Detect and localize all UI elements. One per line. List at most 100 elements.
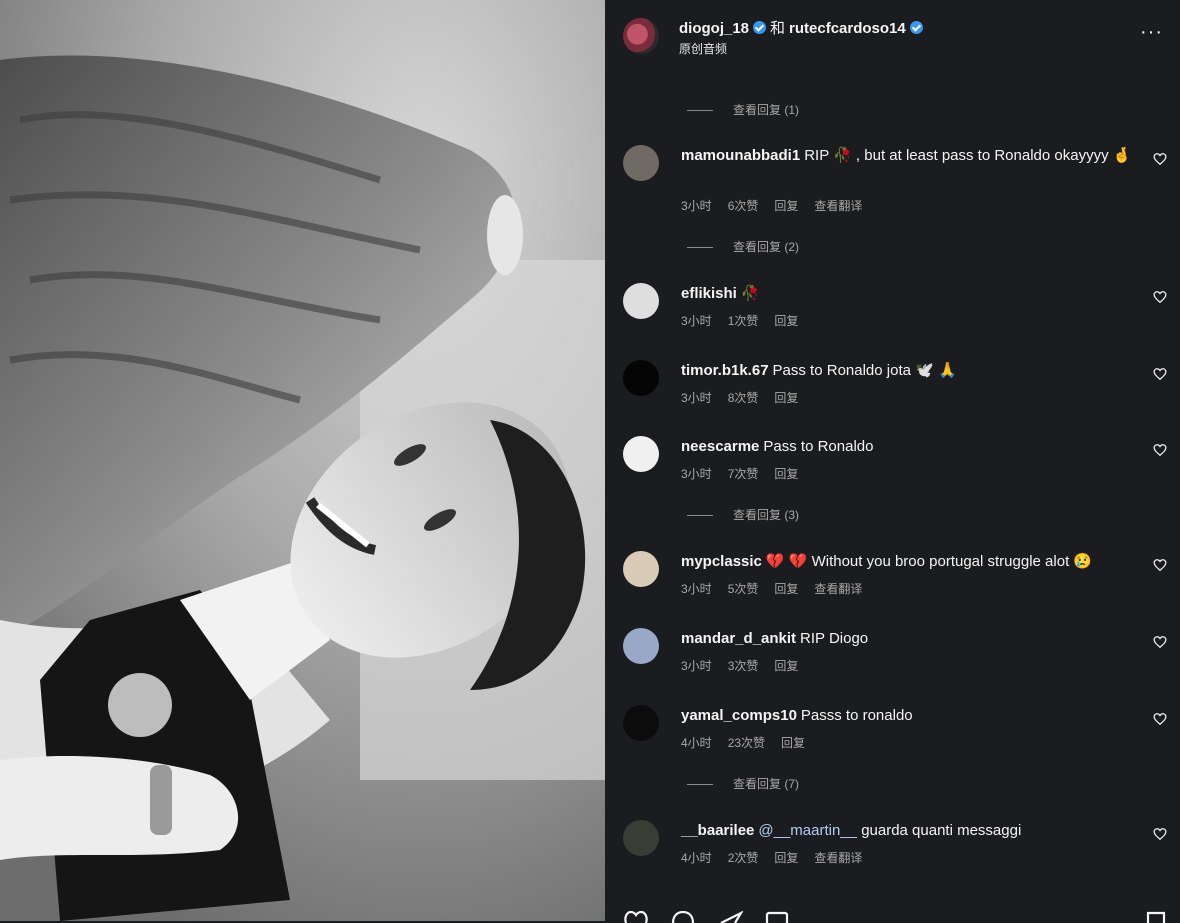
comment-body: yamal_comps10 Passs to ronaldo [681,705,1141,726]
comment-body: mandar_d_ankit RIP Diogo [681,628,1141,649]
comment-likes[interactable]: 23次赞 [728,736,765,750]
comment-likes[interactable]: 8次赞 [728,391,759,405]
comment-icon[interactable] [671,911,695,923]
comment-username[interactable]: mamounabbadi1 [681,147,800,164]
comment-avatar[interactable] [623,705,659,741]
view-replies-button[interactable]: 查看回复 (2) [687,238,799,255]
repost-icon[interactable] [765,911,789,923]
comment-username[interactable]: __baarilee [681,822,754,839]
comment-meta: 3小时 5次赞 回复 查看翻译 [681,580,878,597]
like-heart-icon[interactable] [1153,558,1167,572]
like-heart-icon[interactable] [1153,290,1167,304]
audio-label[interactable]: 原创音频 [679,40,727,57]
like-heart-icon[interactable] [1153,827,1167,841]
view-replies-label: 查看回复 (2) [733,240,800,254]
comment-time: 4小时 [681,736,712,750]
comment-text: Passs to ronaldo [800,707,913,724]
comment-username[interactable]: neescarme [681,438,759,455]
view-replies-button[interactable]: 查看回复 (7) [687,775,799,792]
view-replies-button[interactable]: 查看回复 (3) [687,506,799,523]
comment-body: eflikishi 🥀 [681,283,1141,304]
bookmark-icon[interactable] [1145,911,1167,923]
view-replies-line [687,784,713,786]
comment-avatar[interactable] [623,360,659,396]
comment-time: 3小时 [681,199,712,213]
author-avatar[interactable] [623,18,659,54]
comment-username[interactable]: mandar_d_ankit [681,630,796,647]
heart-icon[interactable] [623,911,649,923]
comment-text: RIP 🥀 , but at least pass to Ronaldo oka… [804,147,1132,164]
reply-button[interactable]: 回复 [774,391,798,405]
like-heart-icon[interactable] [1153,367,1167,381]
comment-likes[interactable]: 1次赞 [728,314,759,328]
reply-button[interactable]: 回复 [774,314,798,328]
more-icon[interactable]: ··· [1140,22,1163,42]
comment-body: mamounabbadi1 RIP 🥀 , but at least pass t… [681,145,1141,166]
post-photo-image [0,0,605,921]
translate-button[interactable]: 查看翻译 [814,199,862,213]
comment-mention[interactable]: @__maartin__ [758,822,857,839]
translate-button[interactable]: 查看翻译 [814,851,862,865]
comment-avatar[interactable] [623,436,659,472]
comment-username[interactable]: eflikishi [681,285,737,302]
reply-button[interactable]: 回复 [774,851,798,865]
comment-likes[interactable]: 5次赞 [728,582,759,596]
comment-avatar[interactable] [623,283,659,319]
verified-badge-icon [909,21,923,34]
share-icon[interactable] [719,911,743,923]
author-name-2[interactable]: rutecfcardoso14 [789,20,906,37]
comment-avatar[interactable] [623,820,659,856]
comment-text: Pass to Ronaldo [763,438,874,455]
comment-avatar[interactable] [623,628,659,664]
post-photo[interactable] [0,0,605,921]
reply-button[interactable]: 回复 [781,736,805,750]
comment-meta: 3小时 6次赞 回复 查看翻译 [681,197,878,214]
comment-meta: 4小时 23次赞 回复 [681,734,821,751]
view-replies-label: 查看回复 (1) [733,103,800,117]
post-authors: diogoj_18 和 rutecfcardoso14 [679,17,923,38]
reply-button[interactable]: 回复 [774,467,798,481]
comment-likes[interactable]: 3次赞 [728,659,759,673]
comment-avatar[interactable] [623,145,659,181]
comment-avatar[interactable] [623,551,659,587]
action-bar [605,905,1180,923]
comment-body: timor.b1k.67 Pass to Ronaldo jota 🕊️ 🙏 [681,360,1141,381]
comment-meta: 4小时 2次赞 回复 查看翻译 [681,849,878,866]
like-heart-icon[interactable] [1153,712,1167,726]
instagram-post-viewer: diogoj_18 和 rutecfcardoso14 原创音频 ··· 查看回复 … [0,0,1180,923]
reply-button[interactable]: 回复 [774,582,798,596]
comment-username[interactable]: yamal_comps10 [681,707,797,724]
comment-time: 3小时 [681,582,712,596]
comment-likes[interactable]: 2次赞 [728,851,759,865]
comment-body: neescarme Pass to Ronaldo [681,436,1141,457]
view-replies-button[interactable]: 查看回复 (1) [687,101,799,118]
comment-text: 💔 💔 Without you broo portugal struggle a… [765,553,1093,570]
comment-time: 3小时 [681,659,712,673]
reply-button[interactable]: 回复 [774,659,798,673]
reply-button[interactable]: 回复 [774,199,798,213]
comment-likes[interactable]: 7次赞 [728,467,759,481]
comment-meta: 3小时 8次赞 回复 [681,389,814,406]
comment-username[interactable]: mypclassic [681,553,762,570]
view-replies-line [687,110,713,112]
comment-time: 3小时 [681,314,712,328]
comment-meta: 3小时 3次赞 回复 [681,657,814,674]
translate-button[interactable]: 查看翻译 [814,582,862,596]
comment-meta: 3小时 1次赞 回复 [681,312,814,329]
comment-meta: 3小时 7次赞 回复 [681,465,814,482]
verified-badge-icon [753,21,767,34]
comment-time: 4小时 [681,851,712,865]
comment-likes[interactable]: 6次赞 [728,199,759,213]
like-heart-icon[interactable] [1153,443,1167,457]
comment-body: __baarilee @__maartin__ guarda quanti mes… [681,820,1141,841]
like-heart-icon[interactable] [1153,635,1167,649]
view-replies-line [687,515,713,517]
author-joiner: 和 [770,20,786,37]
comment-text: Pass to Ronaldo jota 🕊️ 🙏 [772,362,957,379]
author-name-1[interactable]: diogoj_18 [679,20,749,37]
comment-body: mypclassic 💔 💔 Without you broo portugal … [681,551,1141,572]
like-heart-icon[interactable] [1153,152,1167,166]
comment-username[interactable]: timor.b1k.67 [681,362,769,379]
view-replies-line [687,247,713,249]
post-header: diogoj_18 和 rutecfcardoso14 原创音频 ··· [605,0,1180,70]
